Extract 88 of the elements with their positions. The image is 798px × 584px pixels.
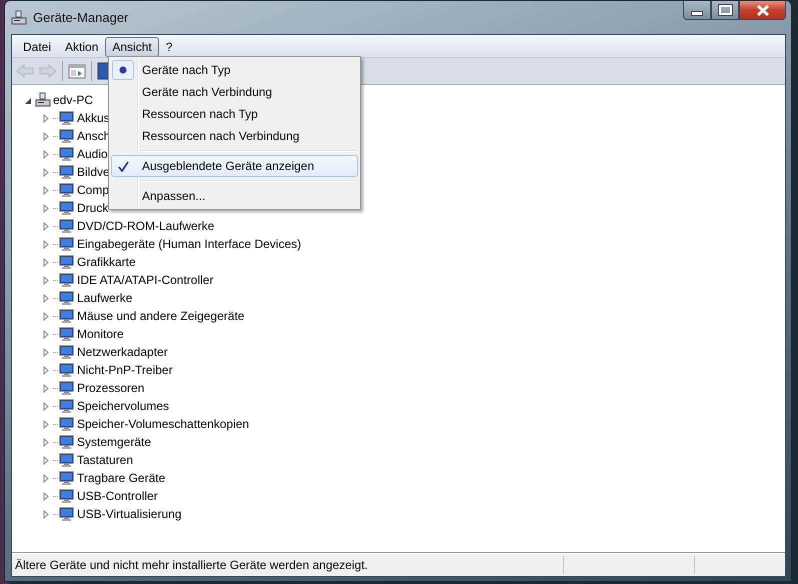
monitor-icon bbox=[59, 398, 75, 414]
tree-item[interactable]: Monitore bbox=[77, 327, 124, 341]
tree-item[interactable]: edv-PC bbox=[53, 93, 94, 107]
expand-arrow-icon[interactable] bbox=[42, 168, 51, 176]
menu-item[interactable]: ? bbox=[158, 36, 180, 56]
monitor-icon bbox=[59, 416, 75, 432]
tree-item[interactable]: IDE ATA/ATAPI-Controller bbox=[77, 273, 214, 287]
tree-item[interactable]: DVD/CD-ROM-Laufwerke bbox=[77, 219, 214, 233]
menu-option[interactable]: Ressourcen nach Typ bbox=[111, 103, 358, 125]
tree-item[interactable]: Akkus bbox=[77, 111, 110, 125]
expand-arrow-icon[interactable] bbox=[42, 312, 51, 320]
computer-icon bbox=[35, 92, 51, 108]
tree-item[interactable]: Tastaturen bbox=[77, 453, 134, 467]
window-title: Geräte-Manager bbox=[33, 10, 128, 25]
tree-item[interactable]: Prozessoren bbox=[77, 381, 144, 395]
tree-item[interactable]: Audio bbox=[77, 147, 108, 161]
tree-item[interactable]: Eingabegeräte (Human Interface Devices) bbox=[77, 237, 302, 251]
menu-item[interactable]: Aktion bbox=[58, 36, 106, 56]
close-icon bbox=[756, 4, 770, 16]
menu-item[interactable]: Ansicht bbox=[105, 36, 159, 56]
expand-arrow-icon[interactable] bbox=[42, 330, 51, 338]
expand-arrow-icon[interactable] bbox=[42, 132, 51, 140]
expand-arrow-icon[interactable] bbox=[42, 402, 51, 410]
expand-arrow-icon[interactable] bbox=[42, 348, 51, 356]
menu-item[interactable]: Datei bbox=[16, 36, 58, 56]
menu-option[interactable]: Ausgeblendete Geräte anzeigen bbox=[111, 155, 358, 177]
menu-option[interactable]: Geräte nach Verbindung bbox=[111, 81, 358, 103]
monitor-icon bbox=[59, 470, 75, 486]
monitor-icon bbox=[59, 290, 75, 306]
tree-item[interactable]: USB-Virtualisierung bbox=[77, 507, 182, 521]
monitor-icon bbox=[59, 380, 75, 396]
expand-arrow-icon[interactable] bbox=[42, 456, 51, 464]
minimize-button[interactable] bbox=[683, 1, 711, 20]
monitor-icon bbox=[59, 182, 75, 198]
tree-item[interactable]: USB-Controller bbox=[77, 489, 158, 503]
monitor-icon bbox=[59, 308, 75, 324]
expand-arrow-icon[interactable] bbox=[42, 474, 51, 482]
tree-item[interactable]: Speichervolumes bbox=[77, 399, 170, 413]
expand-arrow-icon[interactable] bbox=[42, 114, 51, 122]
monitor-icon bbox=[59, 128, 75, 144]
monitor-icon bbox=[59, 344, 75, 360]
menu-option[interactable]: Anpassen... bbox=[111, 185, 358, 207]
monitor-icon bbox=[59, 326, 75, 342]
expand-arrow-icon[interactable] bbox=[42, 438, 51, 446]
monitor-icon bbox=[59, 506, 75, 522]
computer-icon bbox=[11, 10, 27, 26]
tree-item[interactable]: Netzwerkadapter bbox=[77, 345, 168, 359]
close-button[interactable] bbox=[739, 1, 786, 20]
maximize-button[interactable] bbox=[711, 1, 739, 20]
expand-arrow-icon[interactable] bbox=[42, 240, 51, 248]
monitor-icon bbox=[59, 272, 75, 288]
expand-arrow-icon[interactable] bbox=[42, 258, 51, 266]
expand-arrow-icon[interactable] bbox=[42, 492, 51, 500]
tree-item[interactable]: Druck bbox=[77, 201, 108, 215]
tree-item[interactable]: Laufwerke bbox=[77, 291, 132, 305]
tree-item[interactable]: Tragbare Geräte bbox=[77, 471, 166, 485]
monitor-icon bbox=[59, 218, 75, 234]
monitor-icon bbox=[59, 200, 75, 216]
monitor-icon bbox=[59, 434, 75, 450]
collapse-arrow-icon[interactable] bbox=[24, 96, 33, 104]
tree-item[interactable]: Nicht-PnP-Treiber bbox=[77, 363, 173, 377]
expand-arrow-icon[interactable] bbox=[42, 510, 51, 518]
monitor-icon bbox=[59, 236, 75, 252]
expand-arrow-icon[interactable] bbox=[42, 420, 51, 428]
tree-item[interactable]: Systemgeräte bbox=[77, 435, 152, 449]
tree-item[interactable]: Comp bbox=[77, 183, 110, 197]
expand-arrow-icon[interactable] bbox=[42, 186, 51, 194]
menu-option[interactable]: Ressourcen nach Verbindung bbox=[111, 125, 358, 147]
monitor-icon bbox=[59, 146, 75, 162]
monitor-icon bbox=[59, 254, 75, 270]
expand-arrow-icon[interactable] bbox=[42, 204, 51, 212]
expand-arrow-icon[interactable] bbox=[42, 150, 51, 158]
window-icon[interactable] bbox=[68, 62, 86, 80]
tree-item[interactable]: Bildve bbox=[77, 165, 110, 179]
status-text: Ältere Geräte und nicht mehr installierte Geräte werden angezeigt. bbox=[14, 558, 369, 572]
expand-arrow-icon[interactable] bbox=[42, 294, 51, 302]
tree-item[interactable]: Speicher-Volumeschattenkopien bbox=[77, 417, 250, 431]
monitor-icon bbox=[59, 452, 75, 468]
expand-arrow-icon[interactable] bbox=[42, 222, 51, 230]
monitor-icon bbox=[59, 164, 75, 180]
tree-item[interactable]: Grafikkarte bbox=[77, 255, 136, 269]
monitor-icon bbox=[59, 362, 75, 378]
expand-arrow-icon[interactable] bbox=[42, 276, 51, 284]
monitor-icon bbox=[59, 110, 75, 126]
monitor-icon bbox=[59, 488, 75, 504]
expand-arrow-icon[interactable] bbox=[42, 366, 51, 374]
expand-arrow-icon[interactable] bbox=[42, 384, 51, 392]
tree-item[interactable]: Mäuse und andere Zeigegeräte bbox=[77, 309, 244, 323]
